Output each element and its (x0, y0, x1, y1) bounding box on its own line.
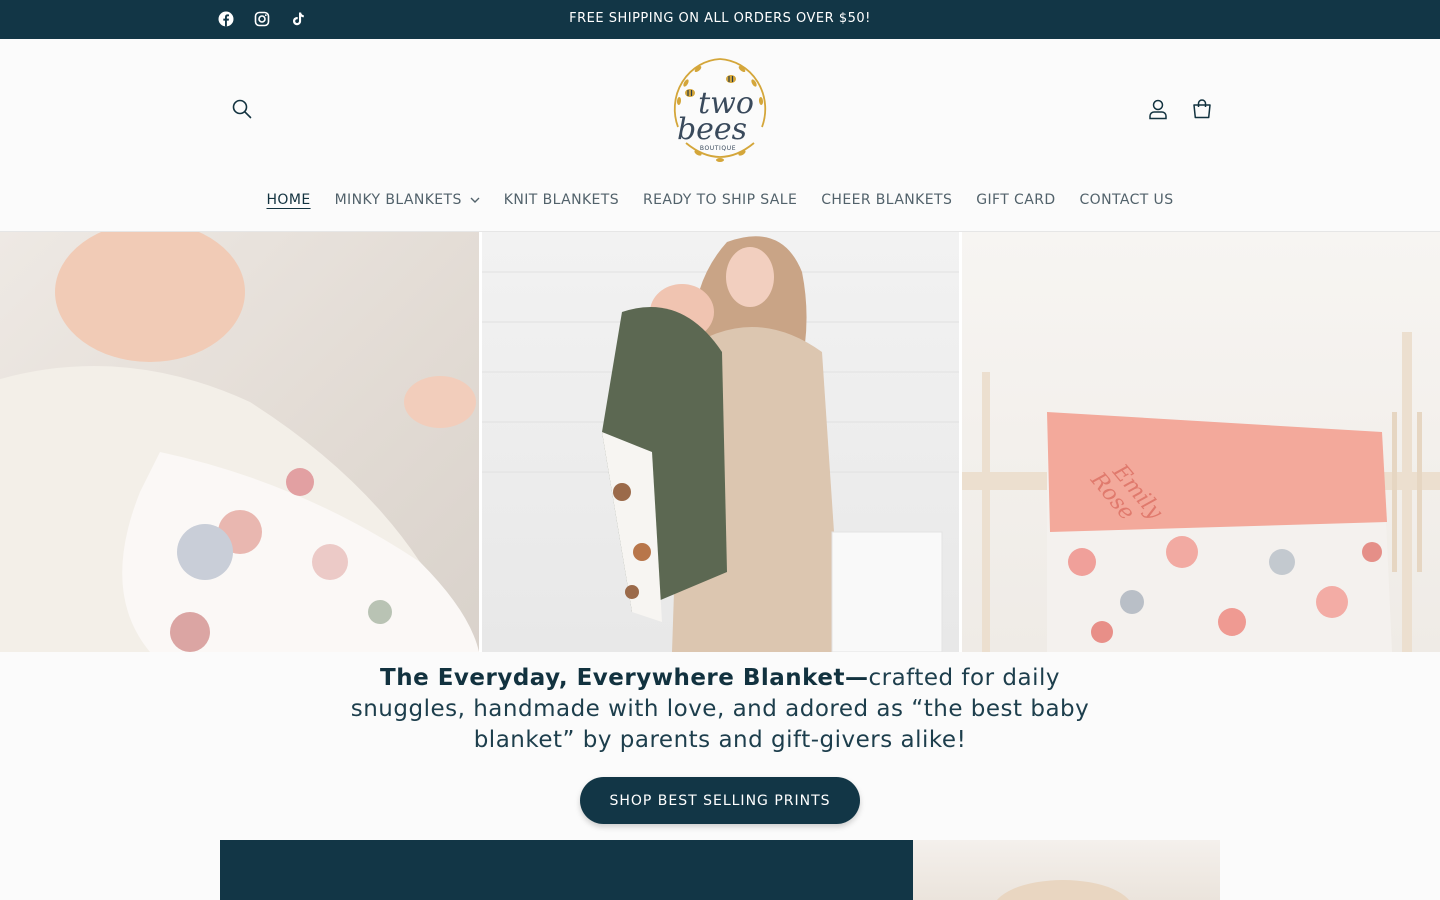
search-icon[interactable] (222, 89, 262, 129)
nav-label: HOME (266, 192, 311, 208)
site-header: two bees BOUTIQUE HOME MINKY BLANKETS KN… (0, 39, 1440, 232)
nav-item-knit-blankets[interactable]: KNIT BLANKETS (492, 192, 631, 208)
shop-best-selling-button[interactable]: SHOP BEST SELLING PRINTS (580, 777, 860, 824)
nav-item-contact-us[interactable]: CONTACT US (1068, 192, 1186, 208)
hero-image-personalized-blanket-crib: Emily Rose (962, 232, 1440, 652)
nav-label: KNIT BLANKETS (503, 192, 620, 208)
nav-label: MINKY BLANKETS (334, 192, 462, 208)
announcement-text: FREE SHIPPING ON ALL ORDERS OVER $50! (569, 11, 871, 26)
tagline-bold: The Everyday, Everywhere Blanket— (380, 665, 869, 691)
nav-item-ready-to-ship-sale[interactable]: READY TO SHIP SALE (631, 192, 809, 208)
nav-item-cheer-blankets[interactable]: CHEER BLANKETS (809, 192, 964, 208)
nav-item-home[interactable]: HOME (255, 192, 323, 208)
announcement-bar: FREE SHIPPING ON ALL ORDERS OVER $50! (0, 0, 1440, 39)
nav-label: CONTACT US (1079, 192, 1174, 208)
logo-word-bees: bees (677, 112, 747, 147)
store-logo[interactable]: two bees BOUTIQUE (668, 53, 772, 165)
featured-section-panel (220, 840, 913, 900)
main-nav: HOME MINKY BLANKETS KNIT BLANKETS READY … (0, 192, 1440, 208)
nav-label: READY TO SHIP SALE (643, 192, 798, 208)
hero-image-sleeping-baby (0, 232, 479, 652)
nav-label: GIFT CARD (976, 192, 1056, 208)
logo-word-boutique: BOUTIQUE (700, 145, 736, 152)
hero-banner[interactable]: Emily Rose (0, 232, 1440, 652)
chevron-down-icon (470, 197, 480, 203)
featured-section-image (913, 840, 1220, 900)
nav-label: CHEER BLANKETS (821, 192, 953, 208)
cart-icon[interactable] (1182, 89, 1222, 129)
hero-tagline: The Everyday, Everywhere Blanket—crafted… (320, 663, 1120, 756)
account-icon[interactable] (1138, 89, 1178, 129)
hero-image-mom-holding-baby (482, 232, 959, 652)
nav-item-gift-card[interactable]: GIFT CARD (964, 192, 1067, 208)
nav-item-minky-blankets[interactable]: MINKY BLANKETS (323, 192, 492, 208)
